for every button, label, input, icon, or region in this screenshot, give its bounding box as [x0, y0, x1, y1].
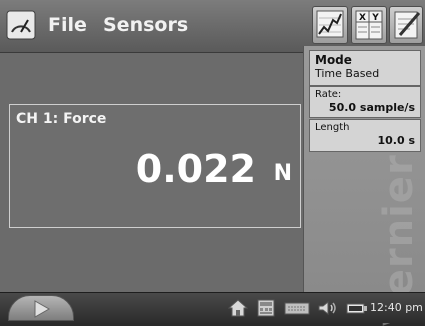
play-icon	[34, 300, 51, 318]
table-view-button[interactable]: X Y	[351, 6, 387, 44]
length-label: Length	[315, 122, 350, 133]
mode-title: Mode	[315, 53, 352, 67]
file-menu[interactable]: File	[48, 14, 87, 36]
rate-box[interactable]: Rate: 50.0 sample/s	[309, 86, 421, 118]
mode-box[interactable]: Mode Time Based	[309, 50, 421, 86]
table-y-label: Y	[371, 13, 379, 23]
battery-icon	[346, 299, 368, 317]
gauge-icon[interactable]	[6, 10, 36, 40]
logger-screen: File Sensors X Y Mode Time Based Rate: 5…	[0, 0, 425, 326]
meter-reading: 0.022	[135, 147, 256, 191]
speaker-icon[interactable]	[316, 299, 338, 317]
bottom-bar: 12:40 pm	[0, 292, 425, 323]
sensor-meter[interactable]: CH 1: Force 0.022 N	[9, 104, 301, 228]
keyboard-icon[interactable]	[284, 299, 310, 317]
channel-label: CH 1: Force	[16, 111, 107, 127]
meter-unit: N	[273, 161, 292, 186]
table-icon: X Y	[355, 10, 383, 40]
rate-value: 50.0 sample/s	[328, 101, 415, 114]
notes-icon	[394, 11, 421, 39]
sensors-menu[interactable]: Sensors	[103, 14, 188, 36]
length-value: 10.0 s	[377, 134, 415, 147]
graph-icon	[316, 10, 344, 38]
notes-view-button[interactable]	[389, 6, 423, 44]
settings-panel: Mode Time Based Rate: 50.0 sample/s Leng…	[303, 46, 425, 326]
table-x-label: X	[359, 13, 366, 23]
collect-button[interactable]	[8, 295, 74, 321]
length-box[interactable]: Length 10.0 s	[309, 119, 421, 152]
rate-label: Rate:	[315, 89, 342, 100]
graph-view-button[interactable]	[312, 6, 348, 44]
home-icon[interactable]	[227, 299, 249, 317]
esc-keyboard-icon[interactable]	[256, 299, 276, 317]
clock: 12:40 pm	[370, 301, 423, 314]
mode-value: Time Based	[315, 67, 380, 80]
